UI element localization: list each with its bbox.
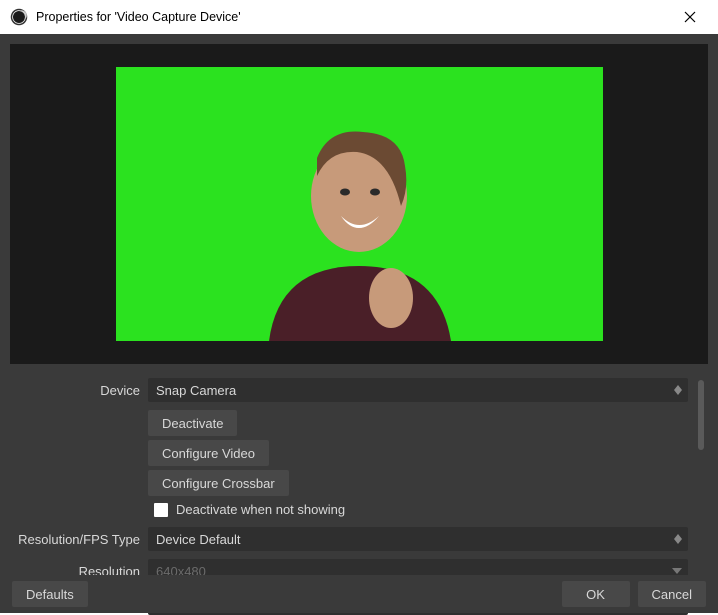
device-label: Device [14, 383, 148, 398]
resolution-type-value: Device Default [156, 532, 241, 547]
close-icon [684, 11, 696, 23]
ok-button[interactable]: OK [562, 581, 630, 607]
configure-crossbar-button[interactable]: Configure Crossbar [148, 470, 289, 496]
window-title: Properties for 'Video Capture Device' [36, 10, 670, 24]
defaults-button[interactable]: Defaults [12, 581, 88, 607]
resolution-type-label: Resolution/FPS Type [14, 532, 148, 547]
configure-video-button[interactable]: Configure Video [148, 440, 269, 466]
window-titlebar: Properties for 'Video Capture Device' [0, 0, 718, 34]
updown-icon [674, 527, 682, 551]
deactivate-button[interactable]: Deactivate [148, 410, 237, 436]
scrollbar-thumb[interactable] [698, 380, 704, 450]
cancel-button[interactable]: Cancel [638, 581, 706, 607]
deactivate-when-not-showing-label: Deactivate when not showing [176, 502, 345, 517]
device-select-value: Snap Camera [156, 383, 236, 398]
deactivate-when-not-showing-checkbox[interactable] [154, 503, 168, 517]
resolution-type-select[interactable]: Device Default [148, 527, 688, 551]
dialog-footer: Defaults OK Cancel [0, 575, 718, 613]
person-silhouette [229, 126, 489, 341]
dialog-body: Device Snap Camera Deactivate Configu [0, 34, 718, 613]
device-select[interactable]: Snap Camera [148, 378, 688, 402]
obs-logo-icon [10, 8, 28, 26]
video-preview [116, 67, 603, 341]
preview-surface [10, 44, 708, 364]
preview-area [0, 34, 718, 364]
form-scrollbar[interactable] [698, 380, 704, 584]
close-button[interactable] [670, 3, 710, 31]
updown-icon [674, 378, 682, 402]
